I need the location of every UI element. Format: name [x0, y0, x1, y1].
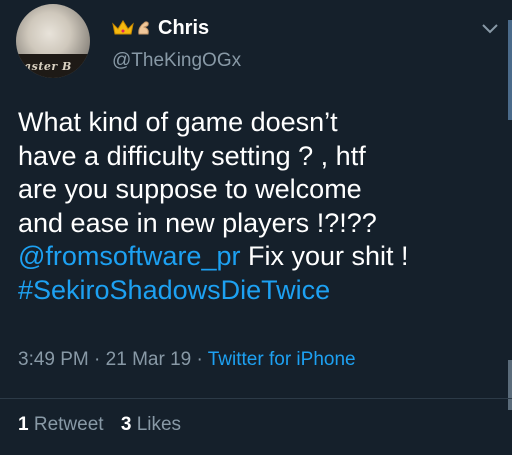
crown-icon [112, 20, 134, 35]
tweet-card: aster B Chris @TheKingOGx What kind of g… [0, 0, 512, 455]
scroll-indicator-secondary [508, 360, 512, 410]
meta-separator: · [191, 349, 208, 370]
user-handle[interactable]: @TheKingOGx [112, 50, 241, 72]
retweets-label: Retweet [33, 414, 104, 435]
tweet-line: have a difficulty setting ? , htf [18, 140, 366, 171]
likes-label: Likes [136, 414, 182, 435]
meta-separator: · [88, 349, 106, 370]
divider [0, 398, 512, 399]
hashtag-link[interactable]: #SekiroShadowsDieTwice [18, 274, 498, 308]
likes-count: 3 [120, 414, 132, 435]
tweet-text-after-mention: Fix your shit ! [240, 241, 409, 271]
display-name: Chris [158, 16, 210, 39]
likes-stat[interactable]: 3 Likes [121, 414, 181, 435]
retweets-stat[interactable]: 1 Retweet [18, 414, 104, 435]
mention-link[interactable]: @fromsoftware_pr [18, 241, 240, 271]
tweet-line: and ease in new players !?!?? [18, 207, 377, 238]
tweet-line: are you suppose to welcome [18, 174, 362, 204]
avatar-caption: aster B [24, 60, 72, 73]
chevron-down-icon[interactable] [480, 22, 500, 36]
retweets-count: 1 [18, 414, 29, 435]
tweet-time[interactable]: 3:49 PM [18, 349, 89, 370]
tweet-stats: 1 Retweet 3 Likes [18, 414, 193, 436]
tweet-text: What kind of game doesn’t have a difficu… [18, 106, 498, 307]
tweet-line-mention: @fromsoftware_pr Fix your shit ! [18, 240, 498, 274]
tweet-meta: 3:49 PM · 21 Mar 19 · Twitter for iPhone [18, 349, 356, 371]
avatar[interactable]: aster B [16, 4, 90, 78]
flexed-biceps-icon [138, 21, 149, 35]
tweet-source-link[interactable]: Twitter for iPhone [208, 349, 356, 370]
tweet-line: What kind of game doesn’t [18, 107, 338, 137]
tweet-date[interactable]: 21 Mar 19 [106, 349, 192, 370]
scroll-indicator [508, 20, 512, 120]
name-row[interactable]: Chris [112, 14, 209, 42]
name-emoji-group [112, 19, 152, 37]
